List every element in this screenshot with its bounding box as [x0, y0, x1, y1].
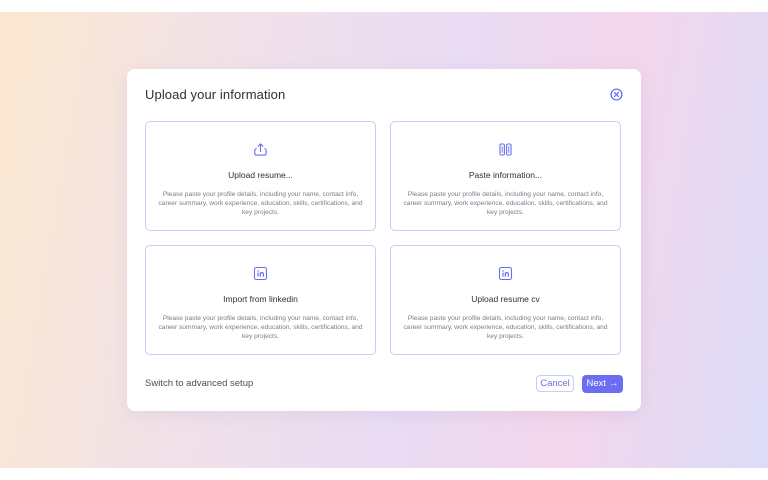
linkedin-icon: [498, 266, 513, 281]
option-description: Please paste your profile details, inclu…: [403, 191, 608, 217]
option-title: Upload resume cv: [471, 294, 540, 304]
close-button[interactable]: [610, 88, 623, 101]
modal-title: Upload your information: [145, 87, 286, 102]
next-button[interactable]: Next →: [582, 375, 623, 393]
linkedin-icon: [253, 266, 268, 281]
cancel-button[interactable]: Cancel: [536, 375, 574, 392]
option-title: Import from linkedin: [223, 294, 298, 304]
arrow-right-icon: →: [609, 378, 619, 389]
option-title: Upload resume...: [228, 170, 293, 180]
option-title: Paste information...: [468, 170, 543, 180]
next-button-label: Next: [586, 378, 607, 389]
option-description: Please paste your profile details, inclu…: [158, 191, 363, 217]
close-circle-icon: [610, 88, 623, 101]
option-description: Please paste your profile details, inclu…: [403, 315, 608, 341]
option-card-upload-resume[interactable]: Upload resume... Please paste your profi…: [145, 121, 376, 231]
option-card-paste-information[interactable]: Paste information... Please paste your p…: [390, 121, 621, 231]
upload-information-modal: Upload your information Upload resume...…: [127, 69, 641, 411]
option-description: Please paste your profile details, inclu…: [158, 315, 363, 341]
columns-icon: [498, 142, 513, 157]
switch-advanced-setup-link[interactable]: Switch to advanced setup: [145, 378, 253, 389]
upload-icon: [253, 142, 268, 157]
option-card-upload-resume-cv[interactable]: Upload resume cv Please paste your profi…: [390, 245, 621, 355]
option-card-import-linkedin[interactable]: Import from linkedin Please paste your p…: [145, 245, 376, 355]
